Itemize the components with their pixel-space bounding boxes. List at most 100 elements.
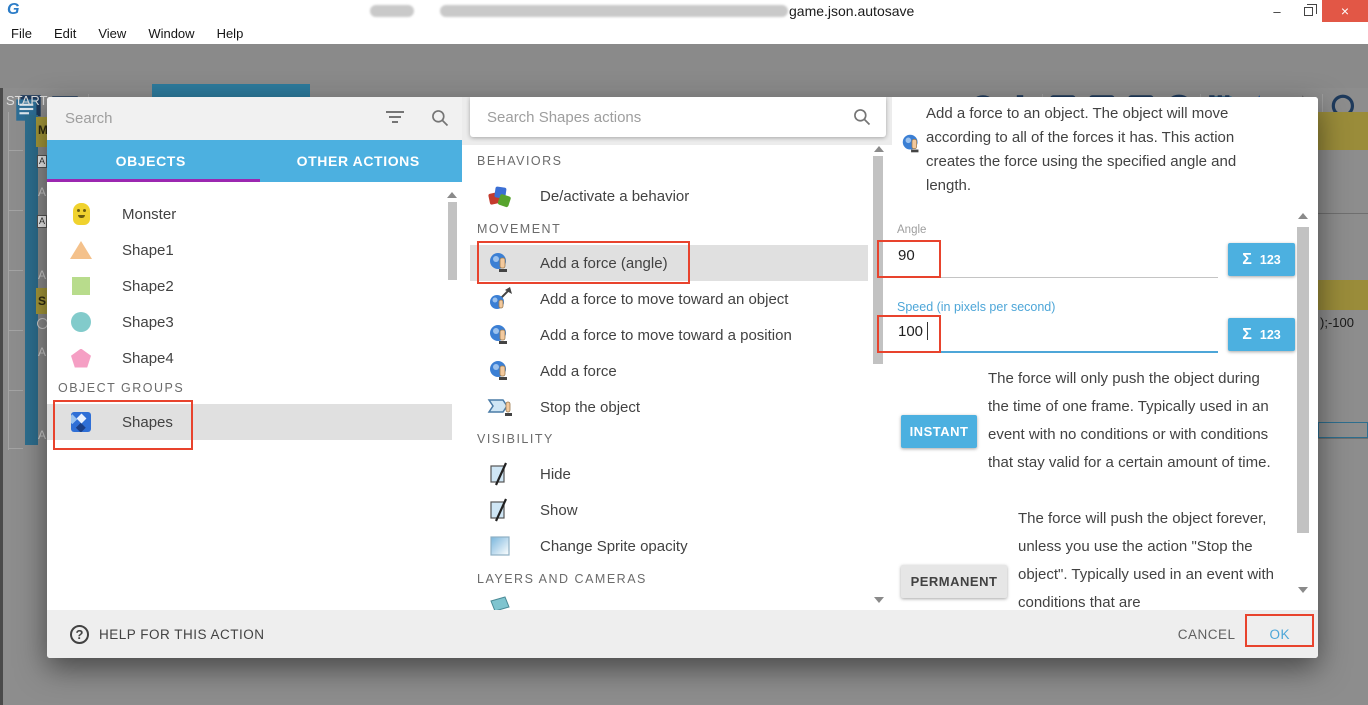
minimize-button[interactable]: – <box>1262 0 1292 22</box>
angle-expression-button[interactable]: Σ 123 <box>1228 243 1295 276</box>
tab-other-actions[interactable]: OTHER ACTIONS <box>255 140 463 182</box>
toolbar <box>0 44 1368 88</box>
event-divider <box>1318 438 1368 439</box>
scroll-down-arrow[interactable] <box>1298 587 1308 593</box>
titlebar: G game.json.autosave – × <box>0 0 1368 22</box>
menubar: File Edit View Window Help <box>0 22 1368 44</box>
object-row-monster[interactable]: Monster <box>47 196 452 232</box>
numbers-icon: 123 <box>1260 253 1281 267</box>
object-row-shape1[interactable]: Shape1 <box>47 232 452 268</box>
menu-window[interactable]: Window <box>137 26 205 41</box>
angle-input[interactable] <box>898 243 1198 267</box>
menu-help[interactable]: Help <box>206 26 255 41</box>
text-caret <box>927 322 928 340</box>
instant-button[interactable]: INSTANT <box>901 415 977 448</box>
action-label: De/activate a behavior <box>540 188 689 205</box>
section-behaviors: BEHAVIORS <box>477 154 563 168</box>
gdevelop-window: G game.json.autosave – × File Edit View … <box>0 0 1368 705</box>
event-connector <box>8 150 23 151</box>
object-label: Monster <box>122 206 176 223</box>
restore-button[interactable] <box>1294 0 1322 22</box>
scroll-up-arrow[interactable] <box>1298 213 1308 219</box>
force-icon <box>900 132 924 156</box>
action-row-force-toward-position[interactable]: Add a force to move toward a position <box>470 317 868 353</box>
action-row-add-force-angle[interactable]: Add a force (angle) <box>470 245 868 281</box>
object-row-shapes-group[interactable]: Shapes <box>47 404 452 440</box>
permanent-description: The force will push the object forever, … <box>1018 505 1290 610</box>
filter-icon[interactable] <box>386 111 404 125</box>
event-row-highlighted: S <box>36 288 47 314</box>
object-row-shape2[interactable]: Shape2 <box>47 268 452 304</box>
numbers-icon: 123 <box>1260 328 1281 342</box>
menu-edit[interactable]: Edit <box>43 26 87 41</box>
ok-button[interactable]: OK <box>1269 627 1290 642</box>
scroll-up-arrow[interactable] <box>447 192 457 198</box>
cancel-button[interactable]: CANCEL <box>1178 627 1236 642</box>
help-icon: ? <box>70 625 89 644</box>
force-icon <box>486 321 514 349</box>
action-text-fragment: A <box>38 345 46 359</box>
search-icon[interactable] <box>430 108 450 128</box>
speed-expression-button[interactable]: Σ 123 <box>1228 318 1295 351</box>
sigma-icon: Σ <box>1242 326 1252 344</box>
force-icon <box>486 357 514 385</box>
scene-tab-sliver <box>152 84 310 97</box>
speed-input[interactable] <box>898 319 1198 343</box>
tab-objects[interactable]: OBJECTS <box>47 140 255 182</box>
instant-description: The force will only push the object duri… <box>988 365 1284 477</box>
square-icon <box>70 274 92 298</box>
object-groups-header: OBJECT GROUPS <box>58 381 184 395</box>
scrollbar-thumb[interactable] <box>1297 227 1309 533</box>
action-label: Add a force to move toward an object <box>540 291 788 308</box>
action-row-stop-object[interactable]: Stop the object <box>470 389 868 425</box>
action-row-change-opacity[interactable]: Change Sprite opacity <box>470 528 868 564</box>
events-panel-edge <box>0 88 3 705</box>
show-icon <box>486 496 514 524</box>
action-description: Add a force to an object. The object wil… <box>926 102 1276 198</box>
action-row-force-toward-object[interactable]: Add a force to move toward an object <box>470 281 868 317</box>
object-search-bar <box>47 97 462 140</box>
action-row-deactivate-behavior[interactable]: De/activate a behavior <box>470 178 868 214</box>
section-movement: MOVEMENT <box>477 222 561 236</box>
action-row-hide[interactable]: Hide <box>470 456 868 492</box>
action-search-input[interactable] <box>470 97 840 137</box>
close-button[interactable]: × <box>1322 0 1368 22</box>
action-row-partial[interactable] <box>470 594 868 610</box>
scrollbar-thumb[interactable] <box>873 156 883 364</box>
triangle-icon <box>70 238 92 262</box>
force-toward-object-icon <box>486 285 514 313</box>
event-row-highlighted <box>1318 280 1368 310</box>
action-selector-panel: BEHAVIORS De/activate a behavior MOVEMEN… <box>462 97 892 610</box>
behavior-icon <box>486 182 514 210</box>
object-row-shape3[interactable]: Shape3 <box>47 304 452 340</box>
event-connector <box>8 448 23 449</box>
action-label: Show <box>540 502 578 519</box>
blurred-path-segment <box>440 5 788 17</box>
action-editor-dialog: OBJECTS OTHER ACTIONS Monster Shape1 Sha… <box>47 97 1318 658</box>
action-row-show[interactable]: Show <box>470 492 868 528</box>
help-label: HELP FOR THIS ACTION <box>99 627 265 642</box>
object-row-shape4[interactable]: Shape4 <box>47 340 452 376</box>
action-text-fragment: A <box>38 185 46 199</box>
menu-view[interactable]: View <box>87 26 137 41</box>
object-selector-panel: OBJECTS OTHER ACTIONS Monster Shape1 Sha… <box>47 97 462 610</box>
action-row-add-force[interactable]: Add a force <box>470 353 868 389</box>
scroll-up-arrow[interactable] <box>874 146 884 152</box>
stop-object-icon <box>486 393 514 421</box>
search-icon[interactable] <box>852 107 872 127</box>
event-connector <box>8 270 23 271</box>
action-icon-box: A <box>37 155 47 168</box>
event-divider <box>1318 213 1368 214</box>
speed-field-label: Speed (in pixels per second) <box>897 300 1055 314</box>
action-text-fragment: A <box>38 268 46 282</box>
background-start-label: START <box>6 93 48 108</box>
section-visibility: VISIBILITY <box>477 432 554 446</box>
selected-action-outline <box>1318 422 1368 438</box>
permanent-button[interactable]: PERMANENT <box>901 565 1007 598</box>
scrollbar-thumb[interactable] <box>448 202 457 280</box>
action-label: Add a force (angle) <box>540 255 668 272</box>
hide-icon <box>486 460 514 488</box>
help-link[interactable]: ? HELP FOR THIS ACTION <box>70 625 265 644</box>
scroll-down-arrow[interactable] <box>874 597 884 603</box>
menu-file[interactable]: File <box>0 26 43 41</box>
